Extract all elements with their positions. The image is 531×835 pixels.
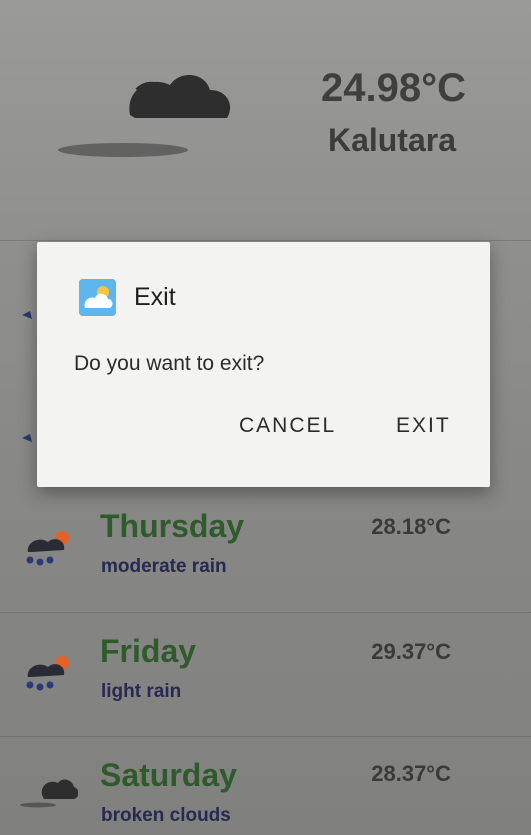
forecast-description: broken clouds	[101, 805, 231, 826]
current-temperature: 24.98°C	[321, 66, 466, 110]
forecast-temperature: 29.37°C	[371, 639, 451, 664]
divider	[0, 612, 531, 613]
cancel-button[interactable]: CANCEL	[239, 414, 336, 438]
forecast-row-friday[interactable]: Friday light rain 29.37°C	[0, 617, 531, 737]
divider	[0, 240, 531, 241]
forecast-day: Thursday	[100, 508, 245, 544]
rain-sun-icon	[26, 656, 69, 691]
exit-dialog: Exit Do you want to exit? CANCEL EXIT	[37, 242, 490, 487]
forecast-row-thursday[interactable]: Thursday moderate rain 28.18°C	[0, 492, 531, 612]
weather-app-screen: 24.98°C Kalutara Thursday moderate rain …	[0, 0, 531, 835]
current-city: Kalutara	[327, 122, 456, 158]
rain-sun-icon	[26, 531, 69, 566]
forecast-row-saturday[interactable]: Saturday broken clouds 28.37°C	[0, 741, 531, 835]
dialog-message: Do you want to exit?	[74, 352, 265, 375]
forecast-day: Friday	[100, 633, 197, 669]
forecast-description: moderate rain	[101, 556, 227, 577]
broken-clouds-icon	[58, 74, 231, 157]
broken-clouds-icon	[20, 779, 78, 808]
forecast-temperature: 28.18°C	[371, 514, 451, 539]
dialog-title: Exit	[134, 283, 176, 311]
forecast-temperature: 28.37°C	[371, 761, 451, 786]
forecast-description: light rain	[101, 681, 182, 702]
exit-button[interactable]: EXIT	[396, 414, 451, 438]
cloud-app-icon	[79, 279, 116, 316]
divider	[0, 736, 531, 737]
forecast-day: Saturday	[100, 757, 237, 793]
